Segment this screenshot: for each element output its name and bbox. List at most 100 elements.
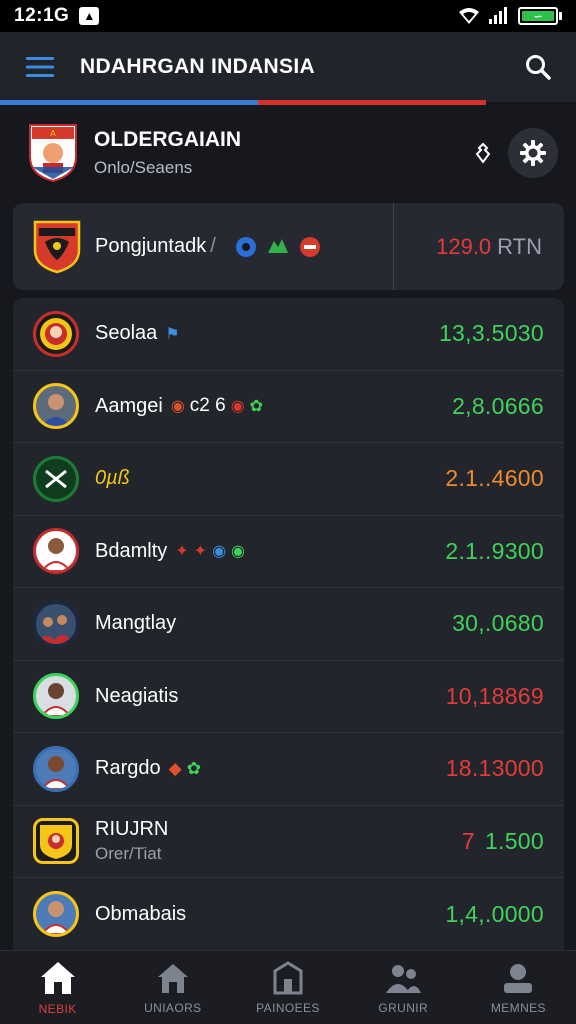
blue-badge-icon — [235, 236, 256, 257]
ranking-list: Seolaa ⚑ 13,3.5030 Aamgei ◉ c2 6 ◉ ✿ 2,8… — [13, 298, 564, 950]
green-badge-icon: ◉ — [231, 543, 245, 561]
avatar — [33, 673, 79, 720]
avatar — [33, 528, 79, 575]
avatar — [33, 383, 79, 430]
avatar — [33, 818, 79, 865]
nav-item-memnes[interactable]: MEMNES — [461, 951, 576, 1024]
list-item[interactable]: Rargdo ◆ ✿ 18.13000 — [13, 733, 564, 806]
leaf-icon: ✿ — [186, 758, 201, 778]
row-value: 18.13000 — [445, 755, 544, 782]
player-photo-icon — [40, 538, 72, 572]
row-value: 7 1.500 — [461, 827, 544, 854]
player-photo-icon — [40, 901, 72, 935]
status-bar: 12:1G ▲ ∽ — [0, 0, 576, 32]
avatar — [33, 745, 79, 792]
row-name: Rargdo — [95, 757, 161, 780]
avatar — [33, 891, 79, 938]
list-item[interactable]: 0µß 2.1..4600 — [13, 443, 564, 516]
red-badge-icon: ◉ — [170, 398, 185, 416]
settings-button[interactable] — [508, 127, 558, 178]
featured-card[interactable]: Pongjuntadk / 129.0 RTN — [13, 203, 564, 290]
nav-item-unions[interactable]: UNIAORS — [115, 951, 230, 1024]
row-badges: ◆ ✿ — [169, 759, 201, 779]
featured-icons — [234, 235, 322, 259]
nav-label: NEBIK — [38, 1001, 77, 1016]
puzzle-icon — [475, 142, 491, 164]
signal-icon — [489, 7, 507, 24]
profile-icon — [504, 963, 533, 993]
row-value: 2.1..9300 — [445, 537, 544, 564]
list-item[interactable]: RIUJRN Orer/Tiat 7 1.500 — [13, 806, 564, 878]
status-indicators: ∽ — [458, 7, 562, 25]
row-extra: c2 6 — [189, 395, 226, 417]
nav-item-home[interactable]: NEBIK — [0, 951, 115, 1024]
list-item[interactable]: Neagiatis 10,18869 — [13, 661, 564, 733]
league-header: A OLDERGAIAIN Onlo/Seaens — [0, 105, 576, 200]
row-value: 30,.0680 — [452, 610, 544, 637]
app-bar: NDAHRGAN INDANSIA — [0, 32, 576, 102]
team-crest-icon — [45, 469, 67, 488]
filter-button[interactable] — [468, 138, 498, 168]
row-badges: ◉ c2 6 ◉ ✿ — [171, 395, 263, 417]
app-title: NDAHRGAN INDANSIA — [80, 55, 315, 78]
house-icon — [157, 963, 188, 993]
player-photo-icon — [40, 755, 72, 789]
gear-icon — [520, 139, 546, 166]
home-icon — [40, 961, 75, 994]
league-crest-icon: A — [29, 123, 77, 182]
row-name: RIUJRN — [95, 818, 169, 841]
league-subtitle: Onlo/Seaens — [94, 157, 193, 177]
status-time: 12:1G — [14, 5, 70, 26]
team-crest-icon — [40, 317, 72, 350]
featured-slash: / — [210, 235, 216, 257]
row-value: 10,18869 — [445, 682, 544, 709]
team-photo-icon — [36, 614, 74, 644]
nav-label: UNIAORS — [144, 1000, 202, 1015]
list-item[interactable]: Mangtlay 30,.0680 — [13, 588, 564, 661]
green-badge-icon — [267, 238, 288, 253]
row-value: 1,4,.0000 — [445, 900, 544, 927]
list-item[interactable]: Obmabais 1,4,.0000 — [13, 878, 564, 950]
row-badges: ✦ ✦ ◉ ◉ — [175, 541, 245, 561]
blue-badge-icon: ◉ — [212, 543, 227, 561]
svg-text:A: A — [50, 129, 56, 138]
avatar — [33, 310, 79, 357]
row-value: 2.1..4600 — [445, 465, 544, 492]
wifi-icon — [459, 8, 479, 24]
leaf-icon: ✿ — [249, 398, 264, 416]
menu-button[interactable] — [0, 32, 80, 102]
avatar — [33, 600, 79, 647]
player-photo-icon — [42, 394, 70, 427]
featured-name: Pongjuntadk — [95, 235, 207, 257]
row-script: 0µß — [95, 467, 130, 490]
row-name: Seolaa — [95, 322, 158, 345]
nav-label: GRUNIR — [378, 1000, 429, 1015]
row-value: 2,8.0666 — [452, 392, 544, 419]
featured-value: 129.0 RTN — [436, 233, 542, 259]
bird-icon: ✦ — [193, 543, 208, 561]
nav-item-painoees[interactable]: PAINOEES — [230, 951, 345, 1024]
hamburger-menu-icon — [26, 57, 54, 77]
team-crest-icon — [40, 825, 72, 860]
list-item[interactable]: Seolaa ⚑ 13,3.5030 — [13, 298, 564, 371]
notification-icon: ▲ — [79, 7, 100, 25]
nav-label: PAINOEES — [256, 1000, 320, 1015]
list-item[interactable]: Bdamlty ✦ ✦ ◉ ◉ 2.1..9300 — [13, 516, 564, 588]
player-photo-icon — [40, 683, 72, 717]
row-name: Neagiatis — [95, 684, 179, 707]
battery-icon: ∽ — [518, 7, 562, 25]
nav-item-grunir[interactable]: GRUNIR — [346, 951, 461, 1024]
bird-icon: ✦ — [175, 543, 189, 561]
row-name: Obmabais — [95, 902, 187, 925]
row-subtitle: Orer/Tiat — [95, 844, 162, 864]
search-icon — [526, 55, 551, 80]
row-name: Bdamlty — [95, 539, 168, 562]
flame-icon: ◆ — [168, 758, 182, 778]
row-name: Mangtlay — [95, 612, 177, 635]
list-item[interactable]: Aamgei ◉ c2 6 ◉ ✿ 2,8.0666 — [13, 371, 564, 443]
building-icon — [273, 960, 303, 994]
search-button[interactable] — [500, 32, 576, 102]
red-badge-icon — [299, 236, 320, 257]
flag-icon: ⚑ — [165, 325, 180, 343]
league-name: OLDERGAIAIN — [94, 127, 241, 151]
